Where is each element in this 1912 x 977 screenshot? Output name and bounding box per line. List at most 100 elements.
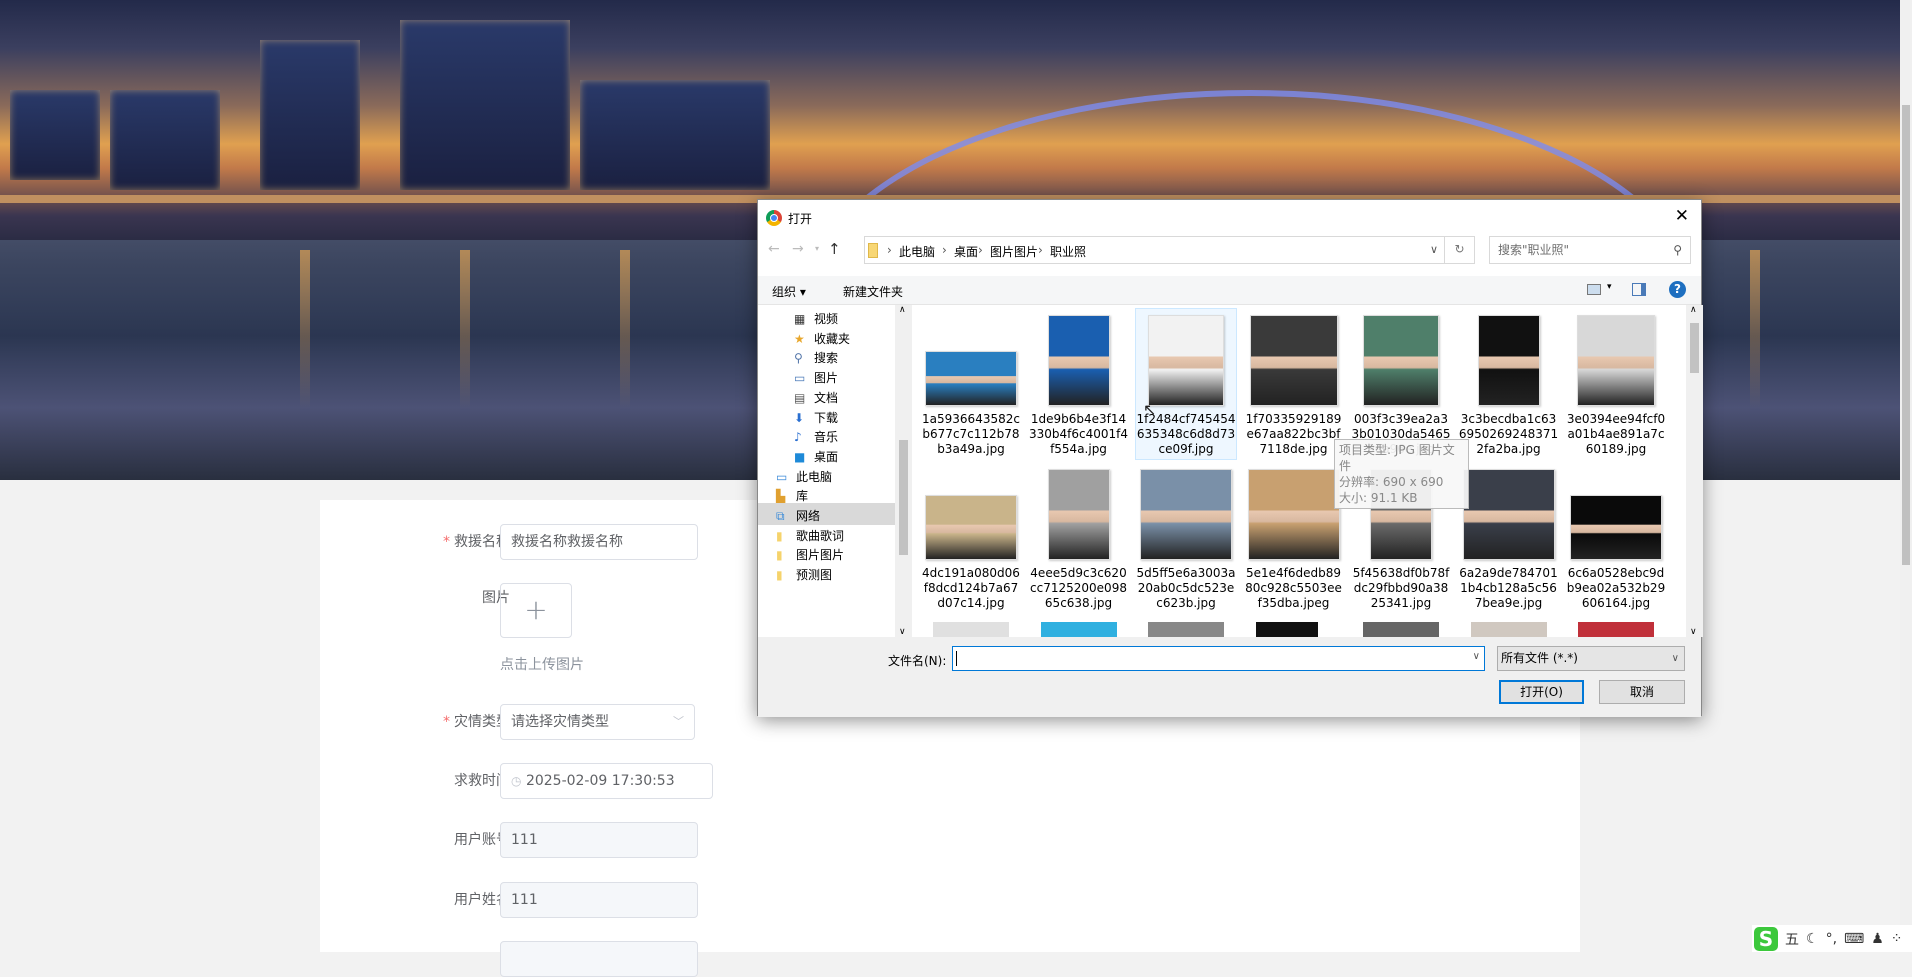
desktop-icon: ■ <box>794 449 806 464</box>
documents-icon: ▤ <box>794 390 806 405</box>
nav-item[interactable]: ▮ 预测图 <box>776 565 832 585</box>
nav-item[interactable]: ⬇ 下载 <box>794 408 838 428</box>
filename-input[interactable]: ∨ <box>952 646 1485 671</box>
page-scrollbar[interactable] <box>1900 0 1912 952</box>
file-item[interactable]: 003f3c39ea2a33b01030da54659ea96e.jpg <box>1351 309 1451 459</box>
nav-item-label: 视频 <box>814 312 839 326</box>
ime-mode[interactable]: 五 <box>1785 929 1799 949</box>
file-item[interactable]: 1f2484cf745454635348c6d8d73ce09f.jpg <box>1135 308 1237 460</box>
account-label: 用户账号 <box>454 832 510 848</box>
nav-item[interactable]: ▮ 歌曲歌词 <box>776 526 844 546</box>
nav-item-label: 库 <box>796 489 809 504</box>
ime-toolbar[interactable]: S 五 ☾ °, ⌨ ♟ ⁘ <box>1752 925 1912 952</box>
up-icon[interactable]: ↑ <box>828 240 841 258</box>
file-item[interactable]: 1f70335929189e67aa822bc3bf7118de.jpg <box>1244 309 1344 459</box>
help-icon[interactable]: ? <box>1669 281 1686 298</box>
address-dropdown-icon[interactable]: ∨ <box>1430 243 1438 256</box>
filetype-select[interactable]: 所有文件 (*.*) ∨ <box>1497 646 1685 671</box>
image-thumbnail[interactable] <box>933 622 1009 637</box>
open-button[interactable]: 打开(O) <box>1499 680 1584 704</box>
nav-item[interactable]: ■ 桌面 <box>794 447 838 467</box>
cancel-button[interactable]: 取消 <box>1599 680 1685 704</box>
nav-item-label: 文档 <box>814 390 839 405</box>
disaster-type-select[interactable]: 请选择灾情类型 ﹀ <box>500 704 695 740</box>
file-name: 3e0394ee94fcf0a01b4ae891a7c60189.jpg <box>1566 412 1666 456</box>
upload-hint: 点击上传图片 <box>500 657 584 673</box>
upload-image-button[interactable]: + <box>500 583 572 638</box>
file-name: 5e1e4f6dedb8980c928c5503eef35dba.jpeg <box>1245 566 1342 610</box>
video-icon: ▦ <box>794 312 806 326</box>
image-thumbnail[interactable] <box>1040 622 1117 637</box>
search-icon: ⚲ <box>1673 243 1682 257</box>
forward-icon[interactable]: → <box>792 241 804 257</box>
file-name: 6c6a0528ebc9db9ea02a532b29606164.jpg <box>1566 566 1666 610</box>
image-thumbnail[interactable] <box>1470 622 1547 637</box>
refresh-icon[interactable]: ↻ <box>1444 236 1474 264</box>
file-item[interactable]: 5e1e4f6dedb8980c928c5503eef35dba.jpeg <box>1244 463 1344 613</box>
username-input[interactable]: 111 <box>500 882 698 918</box>
view-dropdown-icon[interactable]: ▾ <box>1607 282 1612 292</box>
folder-icon: ▮ <box>776 568 783 583</box>
back-icon[interactable]: ← <box>768 241 780 257</box>
preview-pane-icon[interactable] <box>1632 283 1646 296</box>
file-item[interactable]: 1de9b6b4e3f14330b4f6c4001f4f554a.jpg <box>1029 309 1129 459</box>
file-item[interactable]: 6a2a9de7847011b4cb128a5c567bea9e.jpg <box>1459 463 1559 613</box>
nav-item[interactable]: ▦ 视频 <box>794 309 838 329</box>
image-thumbnail <box>1148 315 1224 406</box>
address-bar[interactable]: › 此电脑 › 桌面 › 图片图片 › 职业照 ∨ ↻ <box>864 236 1475 264</box>
image-thumbnail <box>925 495 1017 560</box>
file-name: 1de9b6b4e3f14330b4f6c4001f4f554a.jpg <box>1028 412 1128 456</box>
view-icon[interactable] <box>1587 284 1601 295</box>
breadcrumb-item[interactable]: 图片图片 <box>990 243 1038 260</box>
file-item[interactable]: 3c3becdba1c636950269248371 2fa2ba.jpg <box>1459 309 1559 459</box>
type-label: * 灾情类型 <box>443 714 510 730</box>
file-name: 5f45638df0b78fdc29fbbd90a3825341.jpg <box>1352 566 1450 610</box>
nav-item[interactable]: ♪ 音乐 <box>794 427 838 447</box>
punctuation-toggle[interactable]: °, <box>1826 931 1837 947</box>
breadcrumb-item[interactable]: 职业照 <box>1050 243 1086 260</box>
nav-item[interactable]: ★ 收藏夹 <box>794 329 850 349</box>
new-folder-button[interactable]: 新建文件夹 <box>843 283 903 300</box>
nav-item[interactable]: ▙ 库 <box>776 486 808 506</box>
nav-item-label: 网络 <box>796 509 821 523</box>
breadcrumb-item[interactable]: 此电脑 <box>899 243 935 260</box>
keyboard-icon[interactable]: ⌨ <box>1844 931 1864 947</box>
username-label: 用户姓名 <box>454 892 510 908</box>
breadcrumb-item[interactable]: 桌面 <box>954 243 978 260</box>
image-thumbnail[interactable] <box>1578 622 1654 637</box>
file-item[interactable]: 5d5ff5e6a3003a20ab0c5dc523ec623b.jpg <box>1136 463 1236 613</box>
file-item[interactable]: 4dc191a080d06f8dcd124b7a67d07c14.jpg <box>921 463 1021 613</box>
user-icon[interactable]: ♟ <box>1871 931 1884 947</box>
nav-item[interactable]: ▮ 图片图片 <box>776 545 844 565</box>
file-item[interactable]: 6c6a0528ebc9db9ea02a532b29606164.jpg <box>1566 463 1666 613</box>
next-input[interactable] <box>500 941 698 977</box>
moon-icon[interactable]: ☾ <box>1806 931 1819 947</box>
file-item[interactable]: 1a5936643582cb677c7c112b78b3a49a.jpg <box>921 309 1021 459</box>
nav-item-label: 收藏夹 <box>814 331 851 346</box>
nav-item[interactable]: ▭ 此电脑 <box>776 467 832 487</box>
time-picker[interactable]: ◷ 2025-02-09 17:30:53 <box>500 763 713 799</box>
rescue-name-input[interactable]: 救援名称救援名称 <box>500 524 698 560</box>
file-item[interactable]: 3e0394ee94fcf0a01b4ae891a7c60189.jpg <box>1566 309 1666 459</box>
close-icon[interactable]: ✕ <box>1675 206 1689 226</box>
nav-item[interactable]: ⚲ 搜索 <box>794 348 838 368</box>
clock-icon: ◷ <box>511 774 522 788</box>
account-input[interactable]: 111 <box>500 822 698 858</box>
nav-item[interactable]: ▤ 文档 <box>794 388 838 408</box>
image-thumbnail[interactable] <box>1255 622 1318 637</box>
file-name: 6a2a9de7847011b4cb128a5c567bea9e.jpg <box>1459 566 1558 610</box>
mouse-cursor-icon: ↖ <box>1143 400 1157 419</box>
network-icon: ⧉ <box>776 509 785 523</box>
download-icon: ⬇ <box>794 410 805 425</box>
recent-chevron-icon[interactable]: ▾ <box>815 244 819 253</box>
organize-button[interactable]: 组织 ▾ <box>772 283 806 300</box>
file-item[interactable]: 4eee5d9c3c620cc7125200e09865c638.jpg <box>1029 463 1129 613</box>
image-thumbnail[interactable] <box>1363 622 1439 637</box>
nav-item[interactable]: ▭ 图片 <box>794 368 838 388</box>
image-thumbnail[interactable] <box>1148 622 1224 637</box>
image-thumbnail <box>1247 469 1340 560</box>
grid-icon[interactable]: ⁘ <box>1891 931 1903 947</box>
nav-item[interactable]: ⧉ 网络 <box>776 506 820 526</box>
nav-item-label: 预测图 <box>796 568 833 583</box>
search-input[interactable]: 搜索"职业照" ⚲ <box>1489 236 1691 264</box>
